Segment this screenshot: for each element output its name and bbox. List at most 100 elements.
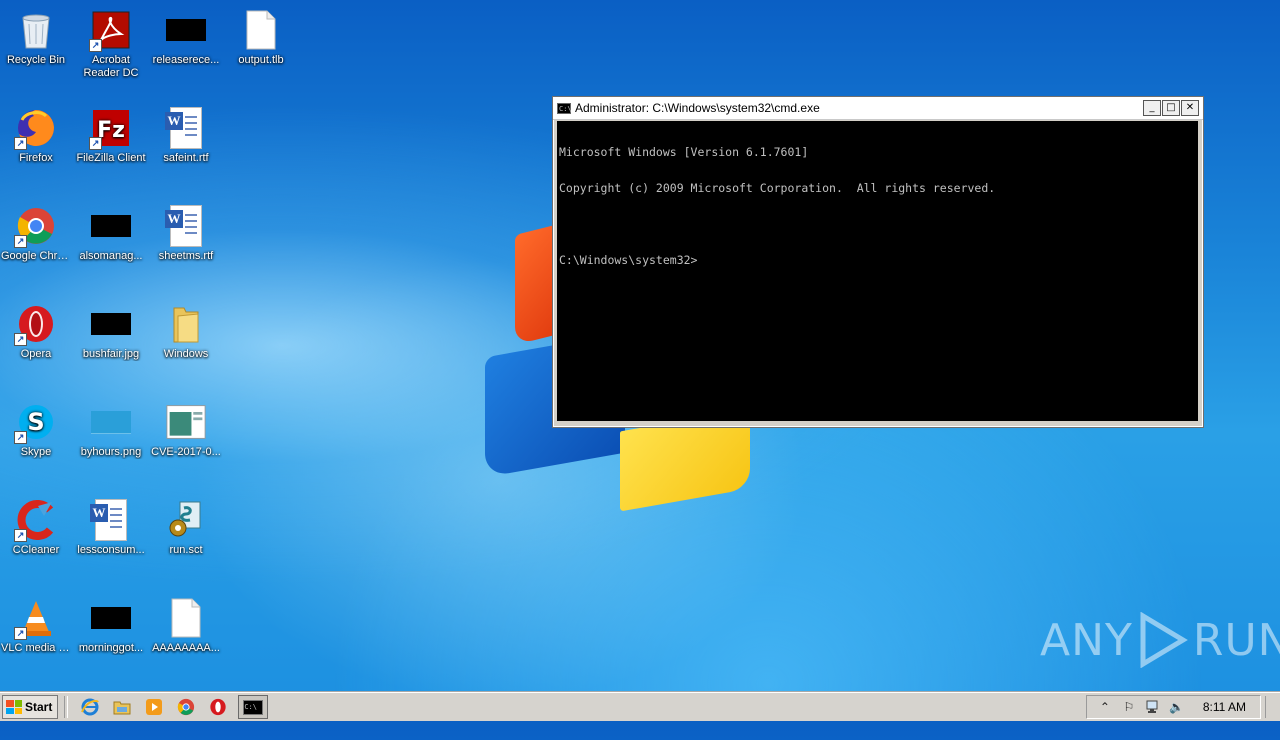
desktop-icon-vlc[interactable]: ↗ VLC media player	[0, 592, 72, 655]
desktop-icon-google-chrome[interactable]: ↗ Google Chrome	[0, 200, 72, 263]
word-document-icon: W	[165, 205, 206, 247]
windows-logo-icon	[6, 700, 22, 714]
cmd-titlebar[interactable]: C:\ Administrator: C:\Windows\system32\c…	[553, 97, 1203, 120]
desktop-icon-opera[interactable]: ↗ Opera	[0, 298, 72, 361]
icon-label: FileZilla Client	[76, 152, 146, 164]
icon-label: Opera	[20, 348, 52, 360]
opera-icon[interactable]	[208, 697, 228, 717]
desktop-icon-sheetms[interactable]: W sheetms.rtf	[150, 200, 222, 263]
anyrun-watermark: ANY RUN	[1040, 612, 1280, 668]
firefox-icon: ↗	[14, 108, 56, 150]
desktop-icon-recycle-bin[interactable]: Recycle Bin	[0, 4, 72, 67]
icon-label: Firefox	[19, 152, 53, 164]
console-output[interactable]: Microsoft Windows [Version 6.1.7601] Cop…	[557, 121, 1198, 421]
icon-label: bushfair.jpg	[82, 348, 140, 360]
filezilla-icon: Fz ↗	[89, 108, 131, 150]
vlc-icon: ↗	[14, 598, 56, 640]
desktop-icon-aaaaaaaa[interactable]: AAAAAAAA...	[150, 592, 222, 655]
icon-label: Recycle Bin	[6, 54, 66, 66]
document-thumbnail-icon	[166, 402, 206, 442]
image-thumbnail-icon	[91, 402, 131, 442]
start-button[interactable]: Start	[2, 695, 59, 719]
desktop-icon-cve-2017[interactable]: CVE-2017-0...	[150, 396, 222, 459]
desktop-icon-skype[interactable]: S ↗ Skype	[0, 396, 72, 459]
play-icon	[1140, 612, 1188, 668]
desktop-icon-filezilla[interactable]: Fz ↗ FileZilla Client	[75, 102, 147, 165]
console-prompt: C:\Windows\system32>	[559, 253, 698, 267]
icon-label: Acrobat Reader DC	[83, 54, 139, 79]
folder-icon	[166, 304, 206, 344]
desktop-icon-lessconsum[interactable]: W lessconsum...	[75, 494, 147, 557]
word-document-icon: W	[90, 499, 131, 541]
show-desktop-button[interactable]	[1265, 696, 1278, 718]
svg-text:S: S	[27, 408, 44, 436]
icon-label: CVE-2017-0...	[151, 446, 221, 458]
skype-icon: S ↗	[14, 402, 56, 444]
icon-label: CCleaner	[12, 544, 60, 556]
icon-label: VLC media player	[1, 642, 72, 654]
network-icon[interactable]	[1145, 699, 1161, 715]
taskbar-separator	[64, 696, 69, 718]
start-label: Start	[25, 700, 53, 714]
console-line: Microsoft Windows [Version 6.1.7601]	[559, 145, 809, 159]
internet-explorer-icon[interactable]	[80, 697, 100, 717]
icon-label: AAAAAAAA...	[152, 642, 220, 654]
icon-label: lessconsum...	[77, 544, 145, 556]
wallpaper-logo-red	[515, 225, 555, 345]
desktop-icon-releaserece[interactable]: releaserece...	[150, 4, 222, 67]
taskbar: Start C:\ ⌃ ⚐ 🔈 8:11 AM	[0, 692, 1280, 721]
cmd-window-title: Administrator: C:\Windows\system32\cmd.e…	[575, 101, 820, 115]
icon-label: Google Chrome	[1, 250, 72, 262]
recycle-bin-icon	[16, 10, 56, 50]
icon-label: safeint.rtf	[163, 152, 209, 164]
cmd-window[interactable]: C:\ Administrator: C:\Windows\system32\c…	[552, 96, 1204, 428]
show-hidden-icons-icon[interactable]: ⌃	[1097, 699, 1113, 715]
desktop-icon-ccleaner[interactable]: ↗ CCleaner	[0, 494, 72, 557]
desktop-icon-safeint[interactable]: W safeint.rtf	[150, 102, 222, 165]
blank-file-icon	[241, 10, 281, 50]
console-line: Copyright (c) 2009 Microsoft Corporation…	[559, 181, 996, 195]
desktop-icon-morninggot[interactable]: morninggot...	[75, 592, 147, 655]
desktop-icon-firefox[interactable]: ↗ Firefox	[0, 102, 72, 165]
image-thumbnail-icon	[91, 304, 131, 344]
desktop-icon-run-sct[interactable]: run.sct	[150, 494, 222, 557]
desktop-icon-output-tlb[interactable]: output.tlb	[225, 4, 297, 67]
icon-label: Skype	[20, 446, 52, 458]
acrobat-reader-icon: ↗	[89, 10, 131, 52]
chrome-icon[interactable]	[176, 697, 196, 717]
icon-label: morninggot...	[78, 642, 144, 654]
chrome-icon: ↗	[14, 206, 56, 248]
script-gear-icon	[166, 500, 206, 540]
icon-label: Windows	[163, 348, 209, 360]
desktop-icon-bushfair[interactable]: bushfair.jpg	[75, 298, 147, 361]
explorer-folder-icon[interactable]	[112, 697, 132, 717]
minimize-button[interactable]: _	[1143, 100, 1161, 116]
word-document-icon: W	[165, 107, 206, 149]
opera-icon: ↗	[14, 304, 56, 346]
ccleaner-icon: ↗	[14, 500, 56, 542]
close-button[interactable]: ✕	[1181, 100, 1199, 116]
blank-thumbnail-icon	[166, 10, 206, 50]
action-center-flag-icon[interactable]: ⚐	[1121, 699, 1137, 715]
maximize-button[interactable]: □	[1162, 100, 1180, 116]
icon-label: alsomanag...	[79, 250, 143, 262]
icon-label: releaserece...	[152, 54, 220, 66]
icon-label: output.tlb	[238, 54, 284, 66]
watermark-text-left: ANY	[1040, 614, 1133, 666]
clock[interactable]: 8:11 AM	[1203, 700, 1246, 714]
desktop-icon-byhours[interactable]: byhours.png	[75, 396, 147, 459]
watermark-text-right: RUN	[1192, 614, 1280, 666]
console-icon: C:\	[557, 102, 572, 114]
media-player-icon[interactable]	[144, 697, 164, 717]
volume-icon[interactable]: 🔈	[1169, 699, 1185, 715]
console-icon: C:\	[243, 699, 264, 715]
desktop-icon-acrobat-reader[interactable]: ↗ Acrobat Reader DC	[75, 4, 147, 80]
desktop-icon-windows-folder[interactable]: Windows	[150, 298, 222, 361]
icon-label: byhours.png	[80, 446, 142, 458]
blank-thumbnail-icon	[91, 598, 131, 638]
icon-label: sheetms.rtf	[158, 250, 214, 262]
system-tray: ⌃ ⚐ 🔈 8:11 AM	[1085, 695, 1261, 719]
blank-file-icon	[166, 598, 206, 638]
desktop-icon-alsomanag[interactable]: alsomanag...	[75, 200, 147, 263]
taskbar-cmd-button[interactable]: C:\	[238, 695, 269, 719]
